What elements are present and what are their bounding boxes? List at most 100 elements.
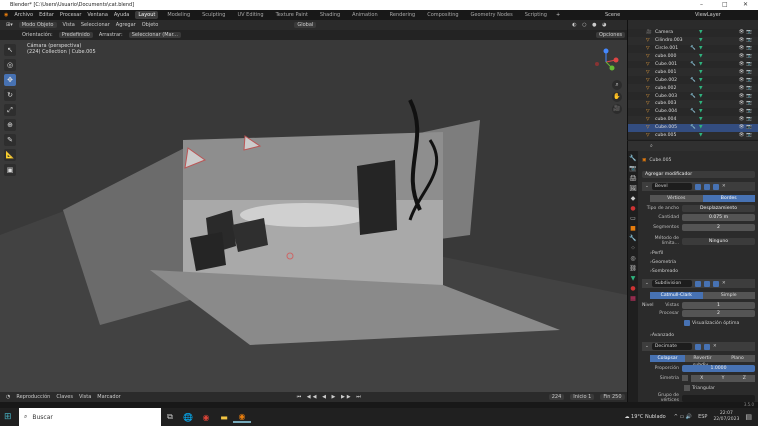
remove-modifier-icon[interactable]: ✕ bbox=[722, 281, 726, 286]
add-cube-tool-icon[interactable]: ▣ bbox=[4, 164, 16, 176]
add-workspace-icon[interactable]: + bbox=[556, 12, 560, 18]
tab-texture-paint[interactable]: Texture Paint bbox=[273, 11, 311, 19]
width-type-dropdown[interactable]: Desplazamiento bbox=[682, 204, 755, 212]
menu-agregar[interactable]: Agregar bbox=[116, 22, 136, 28]
render-tab-icon[interactable]: 📷 bbox=[629, 165, 636, 172]
decimate-name-field[interactable]: Decimate bbox=[651, 343, 692, 350]
tray-icons[interactable]: ^ ▭ 🔊 bbox=[674, 414, 692, 420]
menu-seleccionar[interactable]: Seleccionar bbox=[81, 22, 110, 28]
outliner-item[interactable]: ▽ Cube.004 🔧 ▼ 👁📷 bbox=[628, 108, 758, 116]
outliner-item[interactable]: ▽ Cube.002 🔧 ▼ 👁📷 bbox=[628, 76, 758, 84]
end-frame-field[interactable]: Fin 250 bbox=[600, 394, 625, 400]
collapse-tab[interactable]: Colapsar bbox=[650, 354, 685, 362]
edges-tab[interactable]: Bordes bbox=[702, 194, 755, 202]
menu-vista[interactable]: Vista bbox=[63, 22, 75, 28]
add-modifier-dropdown[interactable]: Agregar modificador bbox=[642, 170, 755, 178]
tab-compositing[interactable]: Compositing bbox=[424, 11, 461, 19]
visibility-toggles[interactable]: 👁📷 bbox=[738, 125, 758, 130]
current-frame-field[interactable]: 224 bbox=[548, 394, 565, 400]
world-tab-icon[interactable]: ● bbox=[630, 205, 635, 212]
constraints-tab-icon[interactable]: ⛓ bbox=[629, 265, 637, 272]
chrome-icon[interactable]: ◉ bbox=[197, 413, 215, 422]
visibility-toggles[interactable]: 👁📷 bbox=[738, 30, 758, 35]
tab-uv-editing[interactable]: UV Editing bbox=[234, 11, 266, 19]
3d-viewport[interactable] bbox=[0, 40, 627, 392]
visibility-toggles[interactable]: 👁📷 bbox=[738, 78, 758, 83]
close-button[interactable]: ✕ bbox=[743, 0, 748, 10]
remove-modifier-icon[interactable]: ✕ bbox=[722, 184, 726, 189]
measure-tool-icon[interactable]: 📐 bbox=[4, 149, 16, 161]
tab-scripting[interactable]: Scripting bbox=[522, 11, 550, 19]
outliner-item[interactable]: ▽ Cilindro.003 ▼ 👁📷 bbox=[628, 36, 758, 45]
physics-tab-icon[interactable]: ◎ bbox=[630, 255, 635, 262]
catmull-clark-tab[interactable]: Catmull-Clark bbox=[650, 291, 703, 299]
optimal-display-checkbox[interactable] bbox=[684, 320, 690, 326]
visibility-toggles[interactable]: 👁📷 bbox=[738, 101, 758, 106]
visibility-toggles[interactable]: 👁📷 bbox=[738, 94, 758, 99]
visibility-toggles[interactable]: 👁📷 bbox=[738, 38, 758, 43]
taskbar-search[interactable]: ⌕ Buscar bbox=[19, 408, 161, 426]
outliner-item[interactable]: ▽ cube.005 ▼ 👁📷 bbox=[628, 131, 758, 140]
blender-taskbar-icon[interactable]: ◉ bbox=[233, 412, 251, 423]
collapse-icon[interactable]: ⌄ bbox=[645, 281, 649, 286]
axis-x[interactable]: X bbox=[691, 374, 713, 382]
ratio-slider[interactable]: 1.0000 bbox=[682, 364, 755, 372]
editmode-icon[interactable] bbox=[694, 280, 701, 287]
visibility-toggles[interactable]: 👁📷 bbox=[738, 86, 758, 91]
rotate-tool-icon[interactable]: ↻ bbox=[4, 89, 16, 101]
outliner-item[interactable]: ▽ cube.000 ▼ 👁📷 bbox=[628, 52, 758, 61]
tab-layout[interactable]: Layout bbox=[135, 11, 159, 19]
app-icon[interactable]: 🌐 bbox=[179, 413, 197, 422]
clock[interactable]: 22:07 22/07/2023 bbox=[713, 411, 739, 423]
blender-logo-icon[interactable]: ◉ bbox=[4, 12, 8, 18]
file-explorer-icon[interactable]: ▬ bbox=[215, 413, 233, 422]
maximize-button[interactable]: □ bbox=[722, 0, 728, 10]
outliner-item[interactable]: ▽ cube.002 ▼ 👁📷 bbox=[628, 84, 758, 93]
select-tool-icon[interactable]: ↖ bbox=[4, 44, 16, 56]
triangulate-checkbox[interactable] bbox=[684, 385, 690, 391]
notifications-icon[interactable]: ▤ bbox=[745, 413, 752, 421]
data-tab-icon[interactable]: ▼ bbox=[631, 275, 636, 282]
remove-modifier-icon[interactable]: ✕ bbox=[713, 344, 717, 349]
outliner-item[interactable]: ▽ cube.004 ▼ 👁📷 bbox=[628, 115, 758, 124]
object-tab-icon[interactable]: ■ bbox=[630, 225, 636, 232]
panel-sombreado[interactable]: › Sombreado bbox=[642, 267, 755, 275]
axis-y[interactable]: Y bbox=[712, 374, 734, 382]
menu-ayuda[interactable]: Ayuda bbox=[114, 12, 129, 18]
collapse-icon[interactable]: ⌄ bbox=[645, 344, 649, 349]
visibility-toggles[interactable]: 👁📷 bbox=[738, 46, 758, 51]
amount-field[interactable]: 0.075 m bbox=[682, 213, 755, 221]
simple-tab[interactable]: Simple bbox=[702, 291, 755, 299]
viewport-toggle-icon[interactable] bbox=[694, 343, 701, 350]
navigation-gizmo[interactable] bbox=[592, 48, 620, 76]
outliner-item[interactable]: ▽ Circle.001 🔧 ▼ 👁📷 bbox=[628, 45, 758, 53]
cursor-tool-icon[interactable]: ◎ bbox=[4, 59, 16, 71]
scene-tab-icon[interactable]: ◆ bbox=[631, 195, 636, 202]
editmode-icon[interactable] bbox=[694, 183, 701, 190]
annotate-tool-icon[interactable]: ✎ bbox=[4, 134, 16, 146]
move-tool-icon[interactable]: ✥ bbox=[4, 74, 16, 86]
transform-tool-icon[interactable]: ⊕ bbox=[4, 119, 16, 131]
options-dropdown[interactable]: Opciones bbox=[596, 32, 626, 38]
subdivision-name-field[interactable]: Subdivision bbox=[651, 280, 692, 287]
visibility-toggles[interactable]: 👁📷 bbox=[738, 133, 758, 138]
render-levels-field[interactable]: 2 bbox=[682, 309, 755, 317]
menu-procesar[interactable]: Procesar bbox=[60, 12, 81, 18]
search-icon[interactable]: ⌕ bbox=[650, 143, 653, 149]
limit-method-dropdown[interactable]: Ninguno bbox=[682, 237, 755, 245]
shading-buttons[interactable]: ◐ ○ ● ◕ bbox=[572, 22, 608, 28]
visibility-toggles[interactable]: 👁📷 bbox=[738, 109, 758, 114]
particles-tab-icon[interactable]: ⁘ bbox=[630, 245, 635, 252]
transform-orientation-dropdown[interactable]: Global bbox=[294, 22, 317, 28]
view-layer-tab-icon[interactable]: 🖼 bbox=[629, 185, 637, 192]
tab-shading[interactable]: Shading bbox=[317, 11, 343, 19]
bevel-name-field[interactable]: Bevel bbox=[651, 183, 692, 190]
minimize-button[interactable]: – bbox=[700, 0, 703, 10]
unsubdivide-tab[interactable]: Revertir subdiv... bbox=[685, 354, 720, 368]
render-toggle-icon[interactable] bbox=[703, 343, 710, 350]
symmetry-checkbox[interactable] bbox=[682, 375, 688, 381]
tab-sculpting[interactable]: Sculpting bbox=[199, 11, 228, 19]
menu-reproduccion[interactable]: Reproducción bbox=[16, 394, 50, 400]
start-frame-field[interactable]: Inicio 1 bbox=[570, 394, 595, 400]
menu-marcador[interactable]: Marcador bbox=[97, 394, 120, 400]
